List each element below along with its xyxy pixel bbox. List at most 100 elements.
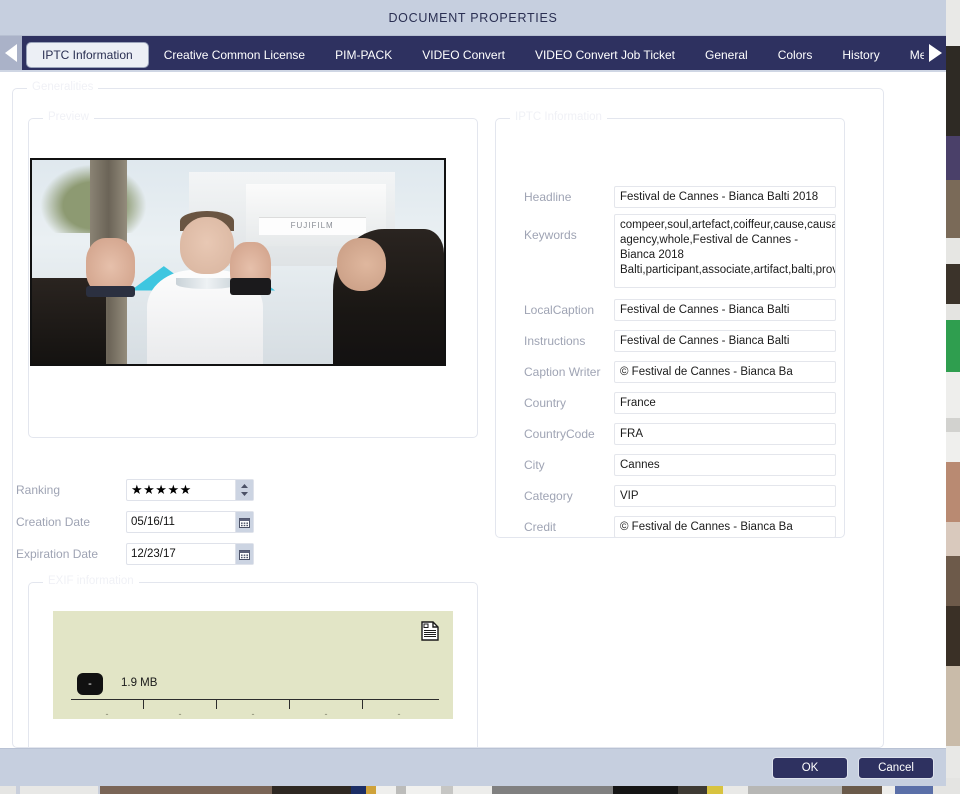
iptc-field-localcaption: LocalCaption Festival de Cannes - Bianca… [524, 299, 836, 321]
iptc-field-country: Country France [524, 392, 836, 414]
keywords-input[interactable]: compeer,soul,artefact,coiffeur,cause,cau… [614, 214, 836, 288]
exif-axis-tick [143, 699, 144, 709]
cancel-button[interactable]: Cancel [858, 756, 934, 779]
caption-writer-input[interactable]: © Festival de Cannes - Bianca Ba [614, 361, 836, 383]
tab-video-convert[interactable]: VIDEO Convert [407, 41, 520, 69]
iptc-field-city: City Cannes [524, 454, 836, 476]
countrycode-label: CountryCode [524, 427, 595, 441]
group-iptc-title: IPTC Information [510, 111, 607, 123]
group-exif-title: EXIF information [43, 575, 139, 587]
expiration-date-field[interactable]: 12/23/17 [126, 543, 254, 565]
exif-axis-tick [289, 699, 290, 709]
dialog-titlebar: DOCUMENT PROPERTIES [0, 0, 946, 36]
headline-input[interactable]: Festival de Cannes - Bianca Balti 2018 [614, 186, 836, 208]
spinner-updown-icon[interactable] [235, 480, 253, 500]
tab-pim-pack[interactable]: PIM-PACK [320, 41, 407, 69]
tab-label: VIDEO Convert [422, 47, 505, 62]
tab-history[interactable]: History [827, 41, 894, 69]
tab-strip: IPTC Information Creative Common License… [0, 36, 946, 72]
category-label: Category [524, 489, 573, 503]
tab-iptc-information[interactable]: IPTC Information [26, 41, 149, 68]
iptc-field-keywords: Keywords compeer,soul,artefact,coiffeur,… [524, 214, 836, 288]
instructions-input[interactable]: Festival de Cannes - Bianca Balti [614, 330, 836, 352]
creation-date-field[interactable]: 05/16/11 [126, 511, 254, 533]
ranking-label: Ranking [16, 483, 61, 497]
creation-date-value[interactable]: 05/16/11 [127, 512, 235, 532]
exif-tick-label: - [178, 709, 182, 719]
preview-assistant-right-face [336, 237, 387, 291]
keywords-label: Keywords [524, 228, 577, 242]
city-input[interactable]: Cannes [614, 454, 836, 476]
document-icon[interactable] [421, 621, 439, 646]
instructions-label: Instructions [524, 334, 586, 348]
chevron-right-icon [928, 44, 942, 62]
exif-tick-label: - [397, 709, 401, 719]
preview-model-face [180, 217, 234, 275]
expiration-date-row: Expiration Date 12/23/17 [16, 543, 254, 565]
group-generalities-title: Generalities [27, 81, 99, 93]
exif-tick-label: - [324, 709, 328, 719]
iptc-field-instructions: Instructions Festival de Cannes - Bianca… [524, 330, 836, 352]
preview-sign: FUJIFILM [258, 217, 366, 236]
preview-necklace [176, 278, 238, 289]
tab-colors[interactable]: Colors [763, 41, 828, 69]
tab-label: Creative Common License [163, 47, 306, 62]
ok-button[interactable]: OK [772, 756, 848, 779]
page-title: DOCUMENT PROPERTIES [388, 10, 558, 25]
tab-general[interactable]: General [690, 41, 763, 69]
group-preview-title: Preview [43, 111, 94, 123]
tab-label: IPTC Information [42, 47, 133, 62]
country-label: Country [524, 396, 567, 410]
localcaption-input[interactable]: Festival de Cannes - Bianca Balti [614, 299, 836, 321]
app-root: DOCUMENT PROPERTIES IPTC Information Cre… [0, 0, 960, 794]
credit-input[interactable]: © Festival de Cannes - Bianca Ba [614, 516, 836, 538]
exif-tick-label: - [105, 709, 109, 719]
group-exif-information: EXIF information - 1.9 MB - - - - - [28, 575, 478, 752]
exif-tick-label: - [251, 709, 255, 719]
tab-label: VIDEO Convert Job Ticket [534, 47, 675, 62]
preview-image[interactable]: FUJIFILM [30, 158, 446, 366]
tab-scroll-left-button[interactable] [0, 36, 22, 70]
exif-bar-badge: - [77, 673, 103, 695]
preview-bracelet [85, 286, 135, 297]
localcaption-label: LocalCaption [524, 303, 595, 317]
exif-axis-line [71, 699, 439, 700]
tab-video-convert-job-ticket[interactable]: VIDEO Convert Job Ticket [520, 41, 690, 69]
exif-axis-tick [216, 699, 217, 709]
exif-axis-tick [362, 699, 363, 709]
ranking-value: ★★★★★ [131, 482, 192, 497]
tab-label: PIM-PACK [335, 47, 393, 62]
calendar-icon[interactable] [235, 544, 253, 564]
tab-label: General [705, 47, 748, 62]
exif-chart: - 1.9 MB - - - - - [53, 611, 453, 719]
caption-writer-label: Caption Writer [524, 365, 601, 379]
background-right-strip [946, 0, 960, 794]
country-input[interactable]: France [614, 392, 836, 414]
chevron-left-icon [4, 44, 17, 62]
category-input[interactable]: VIP [614, 485, 836, 507]
exif-size-label: 1.9 MB [121, 677, 158, 689]
iptc-field-countrycode: CountryCode FRA [524, 423, 836, 445]
creation-date-label: Creation Date [16, 515, 91, 529]
headline-label: Headline [524, 190, 572, 204]
creation-date-row: Creation Date 05/16/11 [16, 511, 254, 533]
iptc-field-category: Category VIP [524, 485, 836, 507]
ranking-row: Ranking ★★★★★ [16, 479, 254, 501]
countrycode-input[interactable]: FRA [614, 423, 836, 445]
expiration-date-label: Expiration Date [16, 547, 99, 561]
city-label: City [524, 458, 545, 472]
preview-sign-text: FUJIFILM [290, 221, 334, 231]
dialog-footer: OK Cancel [0, 748, 946, 786]
tabs-container: IPTC Information Creative Common License… [22, 36, 924, 70]
tab-metadata[interactable]: Metadata [895, 41, 924, 69]
iptc-field-caption-writer: Caption Writer © Festival de Cannes - Bi… [524, 361, 836, 383]
tab-scroll-right-button[interactable] [924, 36, 946, 70]
tab-label: Colors [777, 47, 813, 62]
expiration-date-value[interactable]: 12/23/17 [127, 544, 235, 564]
dialog-body: Generalities Preview FUJIFILM Ranking ★★… [0, 74, 946, 752]
iptc-field-credit: Credit © Festival de Cannes - Bianca Ba [524, 516, 836, 538]
calendar-icon[interactable] [235, 512, 253, 532]
preview-watch [229, 278, 271, 295]
ranking-stepper[interactable]: ★★★★★ [126, 479, 254, 501]
tab-creative-common-license[interactable]: Creative Common License [149, 41, 320, 69]
